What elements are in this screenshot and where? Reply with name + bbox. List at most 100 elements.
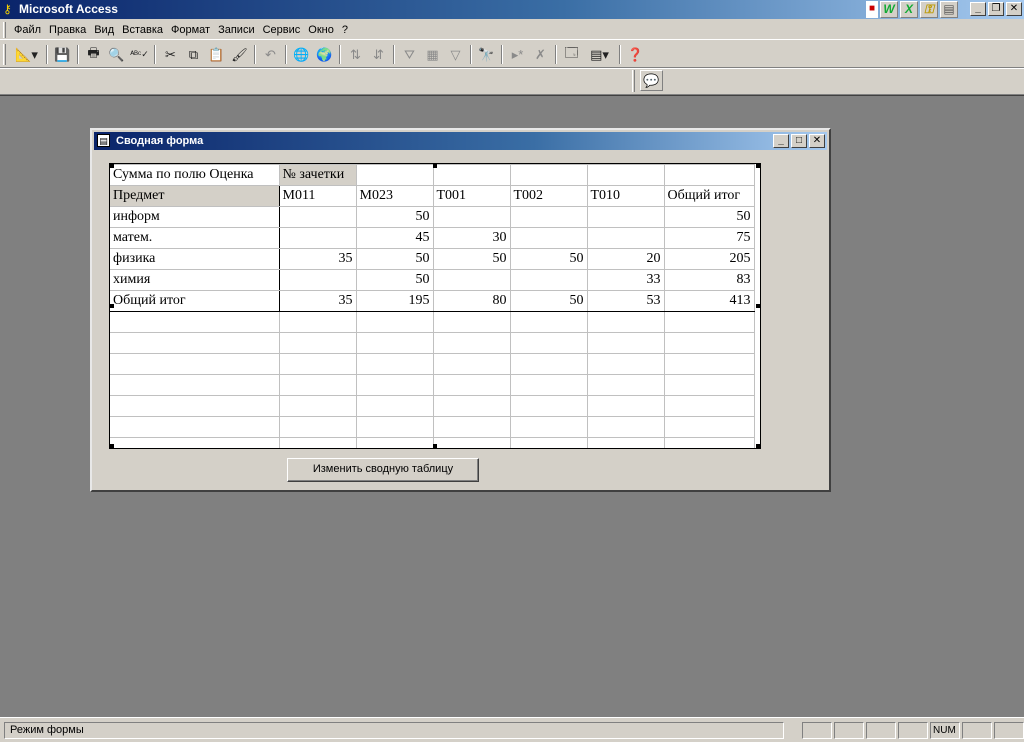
cell [509, 269, 588, 291]
row-label: химия [110, 269, 280, 291]
cell: 50 [432, 248, 511, 270]
cell: 50 [355, 206, 434, 228]
excel-icon[interactable]: X [900, 1, 918, 18]
close-icon[interactable]: ✕ [1006, 2, 1022, 16]
menu-format[interactable]: Формат [167, 23, 214, 37]
cell: 50 [355, 248, 434, 270]
paste-icon[interactable]: 📋 [205, 44, 228, 65]
word-icon[interactable]: W [880, 1, 898, 18]
data-field-label[interactable]: Сумма по полю Оценка [110, 164, 280, 186]
filter-by-form-icon[interactable]: ▦ [421, 44, 444, 65]
cell [278, 227, 357, 249]
menu-grip[interactable] [3, 22, 6, 38]
print-icon[interactable]: 🖶 [82, 44, 105, 65]
pivot-header-row: Сумма по полю Оценка № зачетки [110, 164, 755, 186]
menu-tools[interactable]: Сервис [259, 23, 305, 37]
cell [432, 206, 511, 228]
column-header: M023 [355, 185, 434, 207]
form-close-icon[interactable]: ✕ [809, 134, 825, 148]
edit-pivot-table-button[interactable]: Изменить сводную таблицу [287, 458, 479, 482]
print-preview-icon[interactable]: 🔍 [105, 44, 128, 65]
status-pane [962, 722, 992, 739]
menu-help[interactable]: ? [338, 23, 352, 37]
undo-icon[interactable]: ↶ [259, 44, 282, 65]
find-icon[interactable]: 🔭 [475, 44, 498, 65]
total-cell: 80 [432, 290, 511, 312]
web-icon[interactable]: 🌍 [313, 44, 336, 65]
resize-handle[interactable] [433, 164, 437, 168]
menu-records[interactable]: Записи [214, 23, 259, 37]
table-row: физика 35 50 50 50 20 205 [110, 248, 755, 270]
grand-total-label: Общий итог [110, 290, 280, 312]
table-row: химия 50 33 83 [110, 269, 755, 291]
design-view-icon[interactable]: 📐▾ [10, 44, 43, 65]
spelling-icon[interactable]: ᴬᴮᶜ✓ [128, 44, 151, 65]
column-field-button[interactable]: № зачетки [278, 164, 357, 186]
cell: 50 [663, 206, 755, 228]
column-header: T001 [432, 185, 511, 207]
sort-descending-icon[interactable]: ⇵ [367, 44, 390, 65]
format-painter-icon[interactable]: 🖌 [228, 44, 251, 65]
toolbar-grip[interactable] [3, 44, 6, 65]
sort-ascending-icon[interactable]: ⇅ [344, 44, 367, 65]
cell [586, 227, 665, 249]
resize-handle[interactable] [756, 444, 760, 448]
restore-icon[interactable]: ❐ [988, 2, 1004, 16]
save-icon[interactable]: 💾 [51, 44, 74, 65]
apply-filter-icon[interactable]: ▽ [444, 44, 467, 65]
new-record-icon[interactable]: ▸* [506, 44, 529, 65]
cell: 50 [355, 269, 434, 291]
column-header: M011 [278, 185, 357, 207]
resize-handle[interactable] [110, 164, 114, 168]
office-shortcut-bar: ■ W X ⚿ ▤ [866, 0, 958, 19]
new-object-icon[interactable]: ▤▾ [583, 44, 616, 65]
key-icon[interactable]: ⚿ [920, 1, 938, 18]
resize-handle[interactable] [756, 164, 760, 168]
column-header: Общий итог [663, 185, 755, 207]
total-cell: 50 [509, 290, 588, 312]
resize-handle[interactable] [110, 444, 114, 448]
minimize-icon[interactable]: _ [970, 2, 986, 16]
form-title-bar[interactable]: ▤ Сводная форма _ □ ✕ [94, 132, 827, 150]
form-icon[interactable]: ▤ [97, 134, 110, 147]
delete-record-icon[interactable]: ✗ [529, 44, 552, 65]
database-window-icon[interactable]: 🗔 [560, 44, 583, 65]
form-view-toolbar: 📐▾ 💾 🖶 🔍 ᴬᴮᶜ✓ ✂ ⧉ 📋 🖌 ↶ 🌐 🌍 ⇅ ⇵ ⛛ ▦ ▽ 🔭 … [0, 41, 1024, 68]
pivot-table[interactable]: Сумма по полю Оценка № зачетки Предмет M… [109, 163, 761, 449]
resize-handle[interactable] [433, 444, 437, 448]
copy-icon[interactable]: ⧉ [182, 44, 205, 65]
menu-file[interactable]: Файл [10, 23, 45, 37]
cell: 45 [355, 227, 434, 249]
status-pane [898, 722, 928, 739]
row-label: физика [110, 248, 280, 270]
total-cell: 53 [586, 290, 665, 312]
row-field-button[interactable]: Предмет [110, 185, 280, 207]
office-icon[interactable]: ■ [866, 1, 878, 18]
form-maximize-icon[interactable]: □ [791, 134, 807, 148]
resize-handle[interactable] [110, 304, 114, 308]
doc-icon[interactable]: ▤ [940, 1, 958, 18]
total-cell: 195 [355, 290, 434, 312]
resize-handle[interactable] [756, 304, 760, 308]
table-row: матем. 45 30 75 [110, 227, 755, 249]
menu-edit[interactable]: Правка [45, 23, 90, 37]
cut-icon[interactable]: ✂ [159, 44, 182, 65]
cell: 83 [663, 269, 755, 291]
app-title: Microsoft Access [19, 2, 118, 16]
form-minimize-icon[interactable]: _ [773, 134, 789, 148]
cell: 33 [586, 269, 665, 291]
access-key-icon[interactable]: ⚷ [3, 2, 17, 16]
app-title-bar: ⚷ Microsoft Access ■ W X ⚿ ▤ _ ❐ ✕ [0, 0, 1024, 19]
filter-by-selection-icon[interactable]: ⛛ [398, 44, 421, 65]
menu-window[interactable]: Окно [304, 23, 338, 37]
table-row: информ 50 50 [110, 206, 755, 228]
app-window-controls: _ ❐ ✕ [970, 2, 1022, 16]
menu-insert[interactable]: Вставка [118, 23, 167, 37]
menu-view[interactable]: Вид [90, 23, 118, 37]
toolbar2-grip[interactable] [632, 70, 635, 92]
column-header: T010 [586, 185, 665, 207]
help-icon[interactable]: ❓ [624, 44, 647, 65]
hyperlink-icon[interactable]: 🌐 [290, 44, 313, 65]
comment-icon[interactable]: 💬 [640, 70, 663, 91]
column-header: T002 [509, 185, 588, 207]
